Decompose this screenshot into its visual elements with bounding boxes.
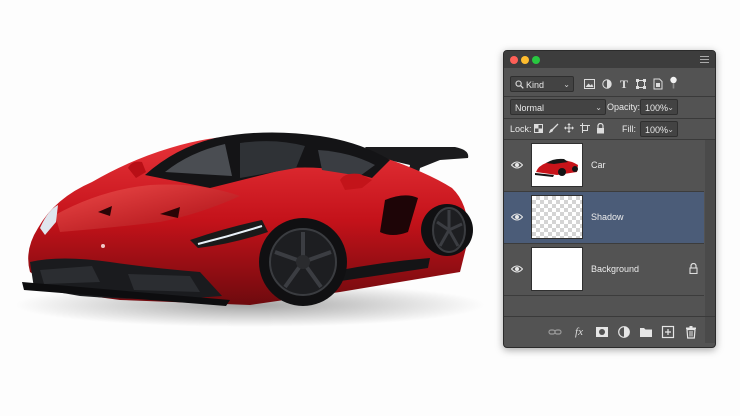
add-mask-icon[interactable] (595, 325, 609, 339)
opacity-label: Opacity: (607, 102, 641, 112)
adjustment-filter-icon[interactable] (602, 79, 612, 89)
link-layers-icon[interactable] (548, 325, 562, 339)
lock-transparent-pixels-icon[interactable] (534, 124, 543, 133)
layer-name-car: Car (591, 160, 606, 170)
blend-mode-value: Normal (515, 103, 545, 113)
kind-filter-label: Kind (526, 80, 545, 90)
image-filter-icon[interactable] (584, 79, 595, 89)
layer-name-shadow: Shadow (591, 212, 624, 222)
layer-row-shadow[interactable]: Shadow (504, 192, 704, 244)
chevron-down-icon: ⌄ (667, 103, 674, 112)
car-photo (15, 132, 485, 327)
layer-lock-icon[interactable] (689, 263, 698, 274)
zoom-window-button[interactable] (532, 56, 540, 64)
new-layer-icon[interactable] (661, 325, 675, 339)
shape-filter-icon[interactable] (636, 79, 646, 89)
panel-titlebar[interactable] (504, 51, 715, 68)
car-thumbnail-image (532, 144, 582, 186)
layer-thumbnail-background (531, 247, 583, 291)
smart-object-filter-icon[interactable] (653, 78, 663, 90)
layer-row-background[interactable]: Background (504, 244, 704, 296)
delete-layer-icon[interactable] (684, 325, 698, 339)
layer-name-background: Background (591, 264, 640, 274)
opacity-field[interactable]: 100% ⌄ (640, 99, 678, 115)
fx-icon[interactable]: fx (572, 325, 586, 339)
blend-row: Normal ⌄ Opacity: 100% ⌄ (504, 97, 715, 117)
lock-row: Lock: Fill: 100% ⌄ (504, 120, 715, 138)
lock-position-icon[interactable] (564, 123, 574, 133)
fill-label: Fill: (622, 124, 636, 134)
search-icon (515, 80, 524, 89)
lock-artboard-icon[interactable] (580, 123, 590, 133)
type-filter-icon[interactable]: T (618, 76, 630, 92)
chevron-down-icon: ⌄ (667, 125, 674, 134)
visibility-eye-icon[interactable] (511, 210, 523, 224)
layer-row-car[interactable]: Car (504, 140, 704, 192)
visibility-eye-icon[interactable] (511, 158, 523, 172)
layers-scrollbar[interactable] (705, 140, 715, 343)
fill-value: 100% (645, 125, 669, 135)
new-group-icon[interactable] (639, 325, 653, 339)
layer-thumbnail-car (531, 143, 583, 187)
layers-panel: Kind ⌄ T Normal ⌄ Opacity: 100% ⌄ Lock: … (503, 50, 716, 348)
fill-field[interactable]: 100% ⌄ (640, 121, 678, 137)
layers-bottom-toolbar: fx (504, 316, 715, 347)
opacity-value: 100% (645, 103, 669, 113)
layers-list: Car Shadow Background (504, 140, 715, 343)
panel-menu-icon[interactable] (700, 54, 709, 64)
visibility-eye-icon[interactable] (511, 262, 523, 276)
blend-mode-select[interactable]: Normal ⌄ (510, 99, 606, 115)
lock-label: Lock: (510, 124, 532, 134)
lock-image-pixels-icon[interactable] (549, 123, 559, 133)
layer-filter-row: Kind ⌄ T (504, 73, 715, 95)
chevron-down-icon: ⌄ (595, 103, 602, 112)
filter-toggle-icon[interactable] (669, 76, 678, 90)
close-window-button[interactable] (510, 56, 518, 64)
chevron-down-icon: ⌄ (563, 80, 570, 89)
kind-filter-select[interactable]: Kind ⌄ (510, 76, 574, 92)
lock-all-icon[interactable] (596, 123, 605, 134)
layer-thumbnail-shadow (531, 195, 583, 239)
adjustment-layer-icon[interactable] (617, 325, 631, 339)
minimize-window-button[interactable] (521, 56, 529, 64)
